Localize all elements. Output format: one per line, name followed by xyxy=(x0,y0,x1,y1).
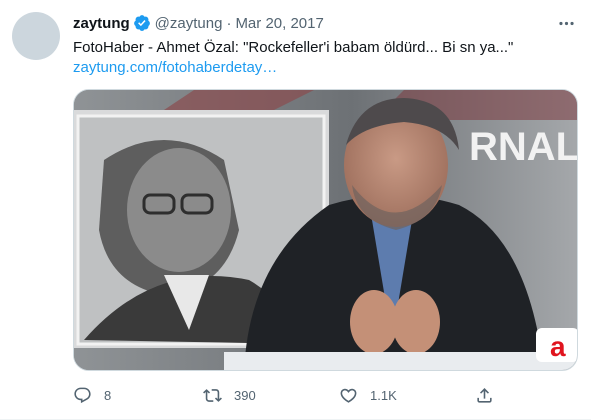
tweet-date[interactable]: Mar 20, 2017 xyxy=(235,15,323,32)
like-count: 1.1K xyxy=(370,387,397,403)
reply-button[interactable]: 8 xyxy=(73,382,111,408)
tweet-header: zaytung @zaytung · Mar 20, 2017 xyxy=(73,12,551,34)
tweet-text: FotoHaber - Ahmet Özal: "Rockefeller'i b… xyxy=(73,38,573,78)
share-icon xyxy=(477,387,492,403)
tweet-link[interactable]: zaytung.com/fotohaberdetay… xyxy=(73,58,573,78)
retweet-icon xyxy=(203,388,222,402)
tweet-body: FotoHaber - Ahmet Özal: "Rockefeller'i b… xyxy=(73,39,514,56)
separator-dot: · xyxy=(226,14,232,32)
reply-count: 8 xyxy=(104,387,112,403)
avatar[interactable] xyxy=(12,12,60,60)
retweet-count: 390 xyxy=(234,387,256,403)
channel-logo-text: a xyxy=(550,331,566,362)
reply-icon xyxy=(74,387,91,403)
like-icon xyxy=(340,388,357,403)
tweet-media-photo[interactable]: RNAL a xyxy=(73,89,578,371)
share-button[interactable] xyxy=(475,382,494,408)
photo-illustration: RNAL a xyxy=(74,90,578,370)
handle[interactable]: @zaytung xyxy=(155,15,223,32)
retweet-button[interactable]: 390 xyxy=(203,382,256,408)
media-overlay-text: RNAL xyxy=(469,125,578,169)
tweet-actions: 8 390 1.1K xyxy=(73,382,513,408)
verified-badge-icon xyxy=(133,15,150,31)
display-name[interactable]: zaytung xyxy=(73,15,130,32)
like-button[interactable]: 1.1K xyxy=(339,382,397,408)
more-options-icon[interactable] xyxy=(551,8,581,38)
tweet-card[interactable]: zaytung @zaytung · Mar 20, 2017 FotoHabe… xyxy=(0,0,591,420)
